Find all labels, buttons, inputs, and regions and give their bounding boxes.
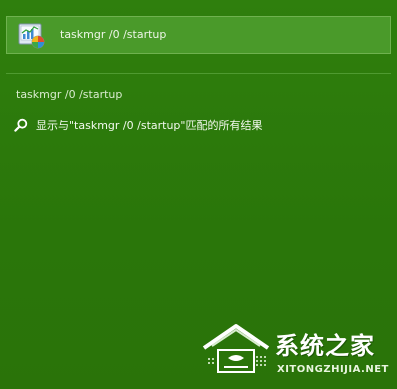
start-search-panel: taskmgr /0 /startup taskmgr /0 /startup … [0,0,397,389]
site-watermark: 系统之家 XITONGZHIJIA.NET [198,320,395,386]
task-manager-program-icon [18,23,45,49]
house-logo-icon [202,324,270,373]
top-result-taskmgr[interactable]: taskmgr /0 /startup [6,16,391,54]
search-query-label: taskmgr /0 /startup [16,88,123,101]
top-result-label: taskmgr /0 /startup [60,28,167,41]
show-all-results-link[interactable]: 显示与"taskmgr /0 /startup"匹配的所有结果 [14,116,262,134]
search-icon [14,118,28,132]
show-all-results-label: 显示与"taskmgr /0 /startup"匹配的所有结果 [36,119,263,132]
section-divider [6,73,391,74]
watermark-title: 系统之家 [275,331,375,360]
watermark-url: XITONGZHIJIA.NET [277,364,389,375]
